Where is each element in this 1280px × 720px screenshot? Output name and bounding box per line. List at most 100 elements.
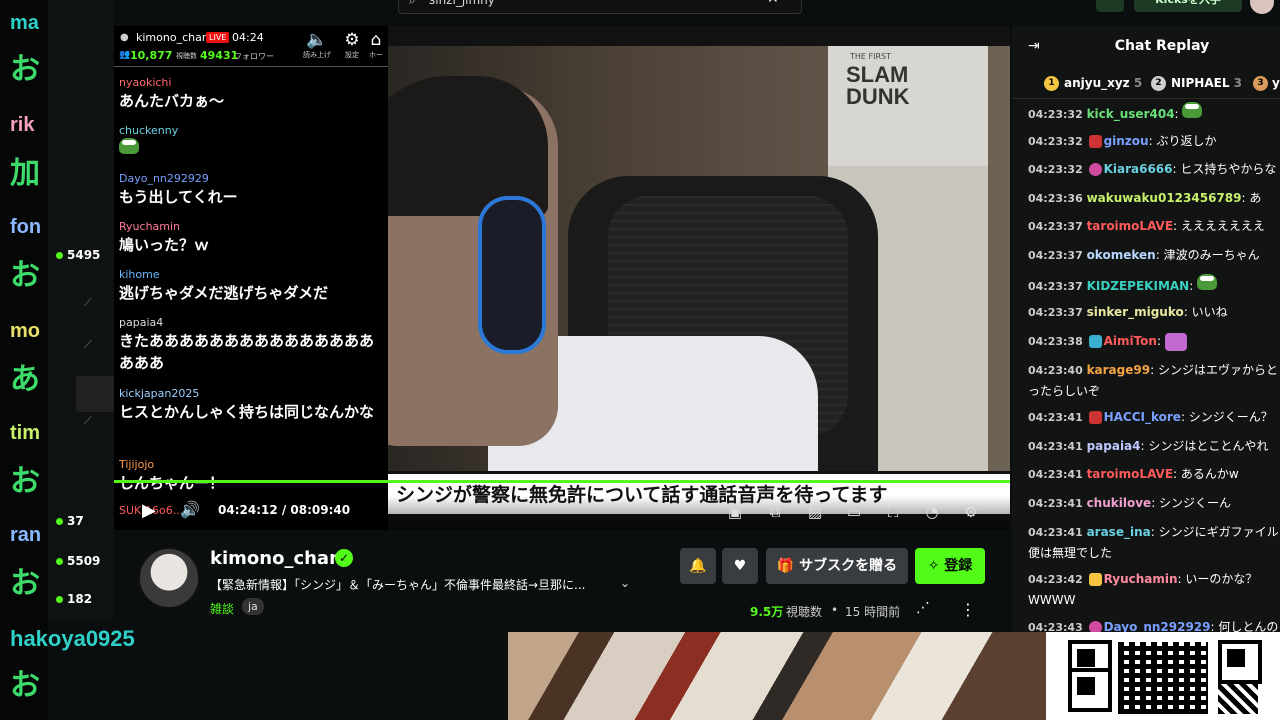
chat-username[interactable]: KIDZEPEKIMAN <box>1087 279 1190 293</box>
chat-username[interactable]: chukilove <box>1087 496 1152 510</box>
overlay-message: kihome 逃げちゃダメだ逃げちゃダメだ <box>119 268 383 304</box>
sidebar-viewer-count[interactable]: 37 <box>56 514 84 528</box>
language-tag[interactable]: ja <box>242 598 264 615</box>
fullscreen-icon[interactable]: ⛶ <box>883 502 903 522</box>
outer-message: お <box>10 258 40 293</box>
chat-username[interactable]: ginzou <box>1104 134 1149 148</box>
button-label: サブスクを贈る <box>799 558 898 574</box>
chat-time: 04:23:38 <box>1028 335 1083 348</box>
chat-username[interactable]: taroimoLAVE <box>1087 467 1173 481</box>
outer-username: rik <box>10 114 35 136</box>
theater-mode-icon[interactable]: ▭ <box>844 502 864 522</box>
get-kicks-button[interactable]: Kicksを入手 <box>1134 0 1242 12</box>
video-frame: THE FIRST SLAM DUNK <box>388 46 1010 506</box>
offline-icon[interactable]: ⟋ <box>84 338 96 351</box>
chat-username[interactable]: AimiTon <box>1104 334 1157 348</box>
button-label: 登録 <box>944 558 973 574</box>
chat-time: 04:23:40 <box>1028 364 1083 377</box>
speed-icon[interactable]: ◔ <box>922 502 942 522</box>
chat-row: 04:23:37 sinker_miguko: いいね <box>1028 305 1228 319</box>
user-badge-icon <box>1088 573 1102 586</box>
follow-icon: ✧ <box>927 558 945 574</box>
read-aloud-button[interactable]: 🔈 読み上げ <box>300 30 334 60</box>
viewers-icon: 👥 <box>119 50 131 60</box>
channel-name[interactable]: kimono_chan <box>210 548 342 569</box>
clip-icon[interactable]: ▣ <box>725 502 745 522</box>
qr-modules <box>1118 642 1208 714</box>
poster-line: DUNK <box>846 84 910 109</box>
rewards-icon[interactable] <box>1096 0 1124 12</box>
chat-text: あ <box>1249 191 1262 205</box>
gifter-username: NIPHAEL <box>1171 76 1230 90</box>
notification-button[interactable]: 🔔 <box>680 548 716 584</box>
share-icon[interactable]: ⋰ <box>916 600 930 616</box>
heart-icon: ♥ <box>733 558 747 574</box>
chat-username[interactable]: arase_ina <box>1087 525 1151 539</box>
chat-username[interactable]: kick_user404 <box>1087 107 1175 121</box>
gifter-name[interactable]: y <box>1272 76 1280 90</box>
gifter-name[interactable]: NIPHAEL 3 <box>1171 76 1242 90</box>
chat-username[interactable]: Kiara6666 <box>1104 162 1173 176</box>
overlay-viewers-label: 視聴数 <box>176 52 197 60</box>
offline-icon[interactable]: ⟋ <box>84 296 96 309</box>
close-icon[interactable]: ✕ <box>767 0 779 7</box>
chat-username[interactable]: taroimoLAVE <box>1087 219 1173 233</box>
volume-icon[interactable]: 🔊 <box>180 500 200 519</box>
qr-finder-center <box>1077 649 1095 667</box>
overlay-username: kihome <box>119 268 160 281</box>
live-dot-icon <box>56 596 63 603</box>
overlay-username: Ryuchamin <box>119 220 181 233</box>
chat-row: 04:23:42 Ryuchamin: いーのかな？WWWW <box>1028 572 1258 607</box>
user-badge-icon <box>1088 335 1102 348</box>
chat-text: ぶり返しか <box>1156 134 1217 148</box>
chat-row: 04:23:36 wakuwaku0123456789: あ <box>1028 191 1262 205</box>
gifter-name[interactable]: anjyu_xyz 5 <box>1064 76 1142 90</box>
outer-chat-overlay: ma お rik 加 fon お mo あ tim お ran お <box>0 0 48 720</box>
chat-row: 04:23:40 karage99: シンジはエヴァからとったらしいぞ <box>1028 363 1278 398</box>
play-icon[interactable]: ▶ <box>142 500 156 521</box>
chat-time: 04:23:32 <box>1028 135 1083 148</box>
follow-button[interactable]: ✧ 登録 <box>915 548 985 584</box>
search-input[interactable]: ⌕ sinzi_jimny ✕ <box>398 0 802 14</box>
outer-message: お <box>10 668 40 703</box>
view-label: 視聴数 <box>786 605 823 619</box>
gift-subscription-button[interactable]: 🎁 サブスクを贈る <box>766 548 908 584</box>
outer-message: お <box>10 52 40 87</box>
overlay-message: chuckenny <box>119 124 383 160</box>
chat-time: 04:23:36 <box>1028 192 1083 205</box>
gifter-count: 5 <box>1133 76 1143 90</box>
progress-bar[interactable] <box>114 480 1010 483</box>
avatar[interactable] <box>138 547 200 609</box>
chat-username[interactable]: Ryuchamin <box>1104 572 1178 586</box>
chat-username[interactable]: HACCI_kore <box>1104 410 1181 424</box>
chat-username[interactable]: karage99 <box>1087 363 1151 377</box>
chat-text: シンジはとことんやれ <box>1148 439 1269 453</box>
qr-modules <box>1218 684 1258 714</box>
count-text: 5495 <box>67 248 101 262</box>
chat-username[interactable]: sinker_miguko <box>1087 305 1184 319</box>
home-button[interactable]: ⌂ ホー <box>364 30 388 60</box>
more-options-icon[interactable]: ⋮ <box>960 600 976 619</box>
sidebar-viewer-count[interactable]: 5495 <box>56 248 100 262</box>
gift-icon: 🎁 <box>776 558 800 574</box>
chat-username[interactable]: papaia4 <box>1087 439 1141 453</box>
chat-username[interactable]: okomeken <box>1087 248 1156 262</box>
overlay-message: nyaokichi あんたバカぁ～ <box>119 76 383 112</box>
favorite-button[interactable]: ♥ <box>722 548 758 584</box>
chat-row: 04:23:38 AimiTon: <box>1028 331 1280 352</box>
sidebar-viewer-count[interactable]: 182 <box>56 592 92 606</box>
chat-username[interactable]: wakuwaku0123456789 <box>1087 191 1242 205</box>
no-chat-icon[interactable]: ▨ <box>805 502 825 522</box>
user-badge-icon <box>1088 163 1102 176</box>
sidebar-viewer-count[interactable]: 5509 <box>56 554 100 568</box>
emote-icon <box>1164 332 1187 351</box>
rewind-icon[interactable]: ⧉ <box>765 502 785 522</box>
gear-icon[interactable]: ⚙ <box>961 502 981 522</box>
chat-row: 04:23:41 chukilove: シンジくーん <box>1028 496 1232 510</box>
offline-icon[interactable]: ⟋ <box>84 414 96 427</box>
user-icon: ● <box>120 32 129 43</box>
video-player[interactable]: THE FIRST SLAM DUNK シンジが警察に無免許について話す通話音声を… <box>388 26 1010 530</box>
category-link[interactable]: 雑談 <box>210 600 234 617</box>
user-avatar[interactable] <box>1250 0 1274 14</box>
chevron-down-icon[interactable]: ⌄ <box>620 576 630 590</box>
